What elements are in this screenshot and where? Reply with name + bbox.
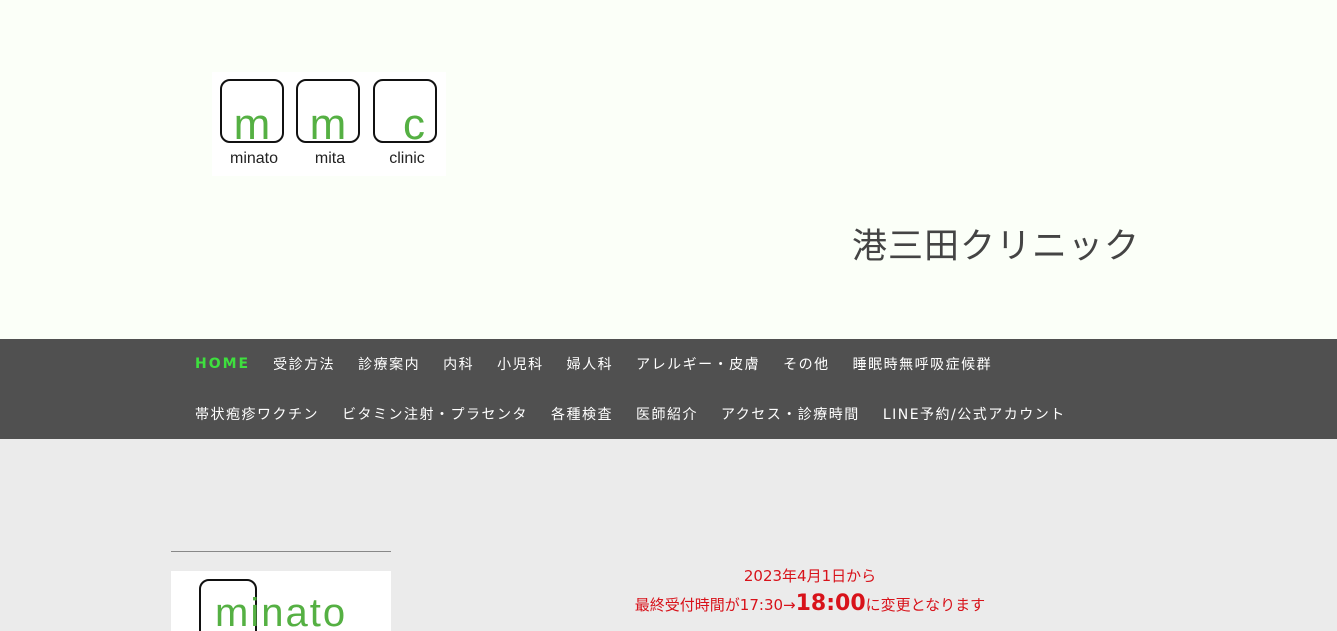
logo-box-1: m bbox=[220, 79, 284, 147]
nav-item-allergy-skin[interactable]: アレルギー・皮膚 bbox=[636, 354, 760, 374]
notice-suffix: に変更となります bbox=[865, 596, 986, 614]
nav-item-pediatrics[interactable]: 小児科 bbox=[497, 354, 544, 374]
site-header: m m c minato mita clinic 港三田クリニック bbox=[0, 0, 1337, 339]
logo-letter-2: m bbox=[309, 100, 347, 149]
sidebar-divider bbox=[171, 551, 391, 552]
nav-item-line-reservation[interactable]: LINE予約/公式アカウント bbox=[883, 404, 1066, 424]
logo-caption-3: clinic bbox=[389, 150, 425, 167]
logo-box-2: m bbox=[296, 79, 360, 147]
nav-item-access-hours[interactable]: アクセス・診療時間 bbox=[721, 404, 860, 424]
notice-new-time: 18:00 bbox=[795, 591, 866, 616]
nav-item-medical-guide[interactable]: 診療案内 bbox=[358, 354, 420, 374]
nav-item-tests[interactable]: 各種検査 bbox=[551, 404, 613, 424]
nav-item-other[interactable]: その他 bbox=[783, 354, 830, 374]
logo-caption-1: minato bbox=[229, 150, 279, 167]
nav-item-vitamin-placenta[interactable]: ビタミン注射・プラセンタ bbox=[342, 404, 528, 424]
sidebar-logo-word: minato bbox=[215, 591, 348, 631]
site-title[interactable]: 港三田クリニック bbox=[852, 218, 1140, 269]
nav-item-home[interactable]: HOME bbox=[195, 356, 250, 372]
notice-change-line: 最終受付時間が17:30→18:00に変更となります bbox=[560, 588, 1060, 621]
nav-item-doctors[interactable]: 医師紹介 bbox=[636, 404, 698, 424]
nav-item-gynecology[interactable]: 婦人科 bbox=[567, 354, 614, 374]
nav-item-sleep-apnea[interactable]: 睡眠時無呼吸症候群 bbox=[853, 354, 993, 374]
notice-date: 2023年4月1日から bbox=[743, 567, 877, 585]
sidebar-logo[interactable]: minato bbox=[171, 571, 391, 631]
nav-item-how-to-visit[interactable]: 受診方法 bbox=[273, 354, 335, 374]
logo-letter-3: c bbox=[403, 100, 425, 149]
clinic-logo[interactable]: m m c minato mita clinic bbox=[212, 72, 446, 176]
nav-item-internal-medicine[interactable]: 内科 bbox=[443, 354, 474, 374]
notice-prefix: 最終受付時間が17:30→ bbox=[634, 596, 796, 614]
logo-caption-2: mita bbox=[314, 150, 346, 167]
logo-letter-1: m bbox=[233, 100, 271, 149]
nav-row-2: 帯状疱疹ワクチン ビタミン注射・プラセンタ 各種検査 医師紹介 アクセス・診療時… bbox=[195, 389, 1066, 439]
hours-change-notice: 2023年4月1日から 最終受付時間が17:30→18:00に変更となります bbox=[560, 564, 1060, 621]
main-navigation: HOME 受診方法 診療案内 内科 小児科 婦人科 アレルギー・皮膚 その他 睡… bbox=[0, 339, 1337, 439]
logo-box-3: c bbox=[373, 79, 437, 147]
nav-row-1: HOME 受診方法 診療案内 内科 小児科 婦人科 アレルギー・皮膚 その他 睡… bbox=[195, 339, 992, 389]
nav-item-shingles-vaccine[interactable]: 帯状疱疹ワクチン bbox=[195, 404, 319, 424]
